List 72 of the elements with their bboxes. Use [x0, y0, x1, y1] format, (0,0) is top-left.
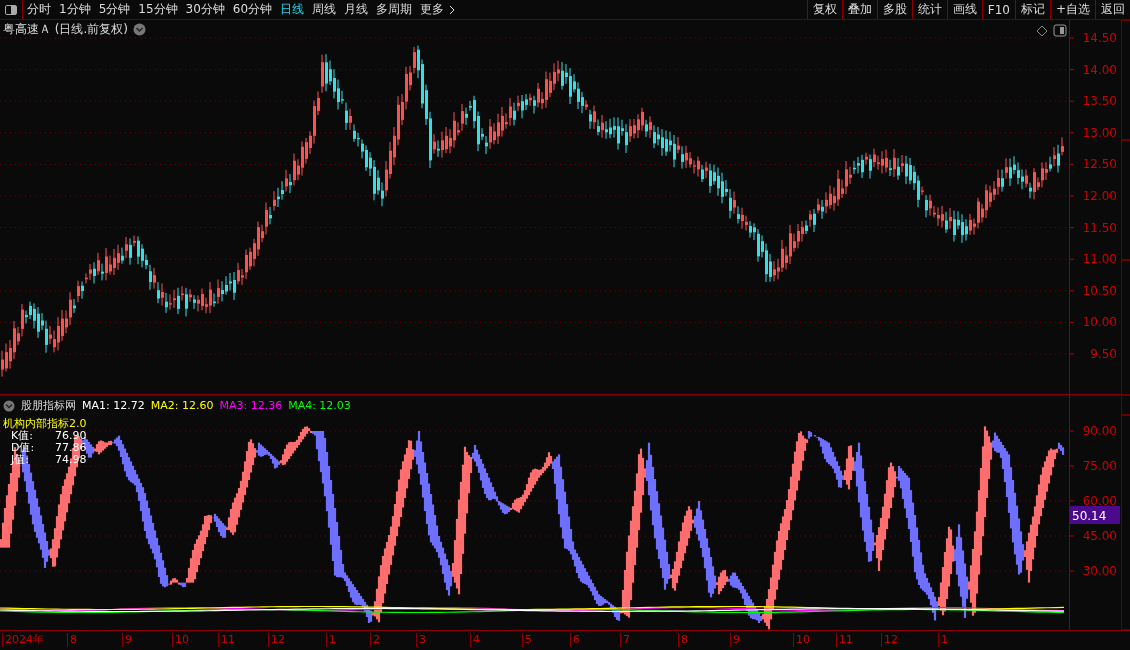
date-label: 12 — [881, 633, 898, 647]
date-label: 4 — [470, 633, 480, 647]
indicator-source: 股朋指标网 — [21, 398, 76, 413]
axis-label: 10.50 — [1082, 283, 1117, 298]
date-label: 2 — [370, 633, 380, 647]
period-tab[interactable]: 1分钟 — [55, 0, 95, 19]
value-label: D值: — [11, 442, 36, 454]
more-button[interactable]: 更多 — [416, 0, 460, 19]
current-value-tag: 50.14 — [1070, 506, 1120, 524]
collapse-icon[interactable] — [3, 399, 15, 412]
toolbar-button[interactable]: 画线 — [946, 0, 982, 19]
ma-value: MA3: 12.36 — [219, 399, 283, 412]
panel-toggle-icon[interactable] — [1053, 24, 1067, 37]
period-tab[interactable]: 日线 — [276, 0, 309, 19]
axis-label: 9.50 — [1090, 347, 1117, 361]
date-label: 8 — [67, 633, 77, 647]
axis-label: 12.00 — [1082, 189, 1117, 203]
indicator-name: 机构内部指标2.0 — [3, 418, 87, 430]
axis-label: 90.00 — [1082, 424, 1117, 438]
value-label: K值: — [11, 430, 34, 442]
period-tab[interactable]: 月线 — [340, 0, 373, 19]
period-tab[interactable]: 周线 — [308, 0, 341, 19]
date-label: 10 — [793, 633, 810, 647]
toolbar-button[interactable]: F10 — [981, 0, 1015, 19]
diamond-icon[interactable] — [1036, 25, 1048, 37]
toolbar-button[interactable]: 标记 — [1014, 0, 1050, 19]
value-label: J值: — [11, 454, 30, 466]
date-label: 5 — [522, 633, 532, 647]
date-label: 3 — [416, 633, 426, 647]
axis-label: 60.00 — [1082, 494, 1117, 508]
period-tab[interactable]: 分时 — [23, 0, 55, 19]
dropdown-icon[interactable] — [133, 23, 146, 36]
axis-label: 14.50 — [1082, 31, 1117, 45]
period-tab[interactable]: 30分钟 — [181, 0, 229, 19]
toolbar-button[interactable]: 叠加 — [841, 0, 877, 19]
date-label: 7 — [620, 633, 630, 647]
axis-label: 11.50 — [1082, 220, 1117, 235]
period-tab[interactable]: 多周期 — [372, 0, 417, 19]
axis-label: 10.00 — [1082, 315, 1117, 330]
period-tab[interactable]: 5分钟 — [94, 0, 135, 19]
toolbar-button[interactable]: 返回 — [1095, 0, 1130, 19]
axis-label: 30.00 — [1082, 564, 1117, 578]
period-tab[interactable]: 60分钟 — [228, 0, 277, 19]
axis-label: 13.00 — [1082, 125, 1117, 140]
chevron-icon — [449, 4, 456, 15]
toolbar-button[interactable]: 复权 — [806, 0, 842, 19]
axis-label: 13.50 — [1082, 94, 1117, 109]
date-label: 2024年 — [2, 633, 44, 647]
toolbar-button[interactable]: +自选 — [1049, 0, 1095, 19]
toolbar-button[interactable]: 统计 — [911, 0, 947, 19]
toolbar-button[interactable]: 多股 — [876, 0, 912, 19]
ma-value: MA2: 12.60 — [150, 399, 214, 412]
date-label: 12 — [268, 633, 285, 647]
axis-label: 11.00 — [1082, 252, 1117, 267]
ma-value: MA4: 12.03 — [288, 399, 351, 412]
date-label: 11 — [218, 633, 235, 647]
date-label: 9 — [730, 633, 740, 647]
axis-label: 14.00 — [1082, 62, 1117, 77]
date-label: 11 — [836, 633, 853, 647]
period-tab[interactable]: 15分钟 — [134, 0, 182, 19]
axis-label: 75.00 — [1082, 459, 1117, 473]
date-label: 10 — [172, 633, 189, 647]
date-label: 6 — [570, 633, 580, 647]
axis-label: 12.50 — [1082, 157, 1117, 172]
ma-value: MA1: 12.72 — [82, 399, 145, 412]
date-label: 1 — [938, 633, 948, 647]
axis-label: 45.00 — [1082, 529, 1117, 543]
value-text: 76.90 — [55, 430, 87, 442]
date-label: 9 — [122, 633, 132, 647]
date-label: 8 — [678, 633, 688, 647]
date-label: 1 — [326, 633, 336, 647]
chart-title: 粤高速Ａ (日线.前复权) — [3, 21, 128, 38]
